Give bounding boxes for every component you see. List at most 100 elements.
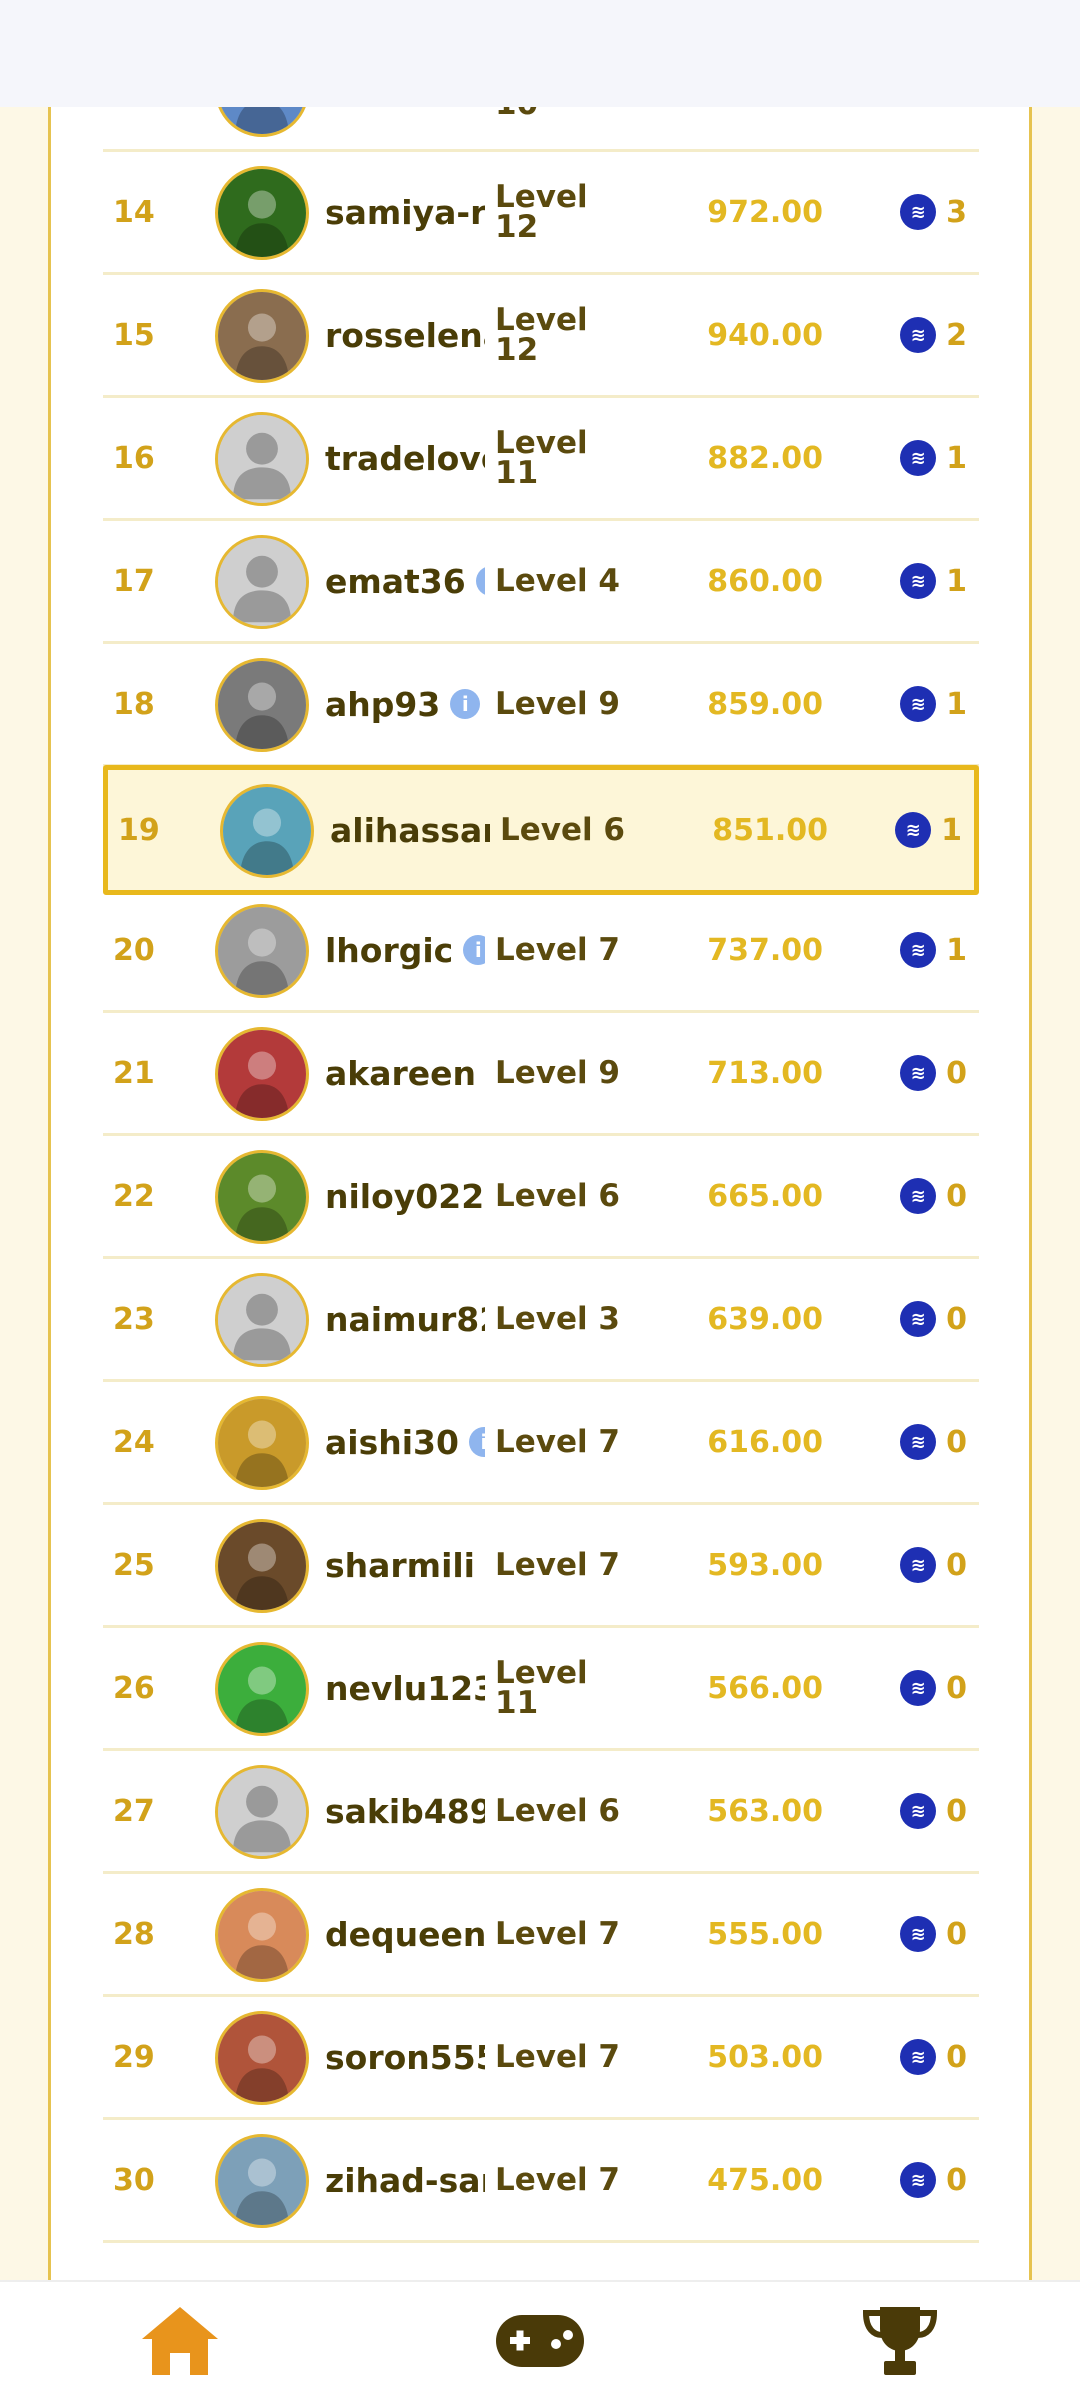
username[interactable]: sakib4890 [325, 1751, 485, 1871]
info-icon[interactable]: i [463, 935, 485, 965]
username[interactable]: tradelove [325, 398, 485, 518]
bottom-navigation [0, 2280, 1080, 2400]
username[interactable]: dequeeni [325, 1874, 485, 1994]
coin-count: 0 [946, 1547, 967, 1583]
points-value: 566.00 [707, 1670, 823, 1706]
leaderboard-row[interactable]: 26 nevlu123 Level 11 566.00 ≋ 0 [103, 1628, 979, 1751]
username[interactable]: akareeni [325, 1013, 485, 1133]
avatar[interactable] [215, 535, 309, 629]
username[interactable]: soron555 [325, 1997, 485, 2117]
reward-coins: ≋ 0 [900, 1628, 967, 1748]
username[interactable]: rosselenai [325, 275, 485, 395]
avatar[interactable] [215, 1519, 309, 1613]
username[interactable]: samiya-ri [325, 152, 485, 272]
reward-coins: ≋ 1 [900, 890, 967, 1010]
username[interactable]: zihad-sar [325, 2120, 485, 2240]
current-user-row[interactable]: 19 alihassan Level 6 851.00 ≋ 1 [103, 765, 979, 895]
leaderboard-row[interactable]: 13 tahirazar Level 10 982.00 ≋3 [103, 107, 979, 152]
avatar[interactable] [215, 658, 309, 752]
avatar[interactable] [215, 2011, 309, 2105]
avatar[interactable] [215, 2134, 309, 2228]
leaderboard-row[interactable]: 18 ahp93 i Level 9 859.00 ≋ 1 [103, 644, 979, 767]
reward-coins: ≋ 0 [900, 1997, 967, 2117]
steem-coin-icon: ≋ [900, 194, 937, 230]
rank-number: 23 [113, 1301, 155, 1337]
username[interactable]: niloy022 [325, 1136, 485, 1256]
username-label: aishi30 [325, 1422, 459, 1462]
leaderboard-row[interactable]: 29 soron555 Level 7 503.00 ≋ 0 [103, 1997, 979, 2120]
steem-coin-icon: ≋ [900, 440, 937, 476]
default-user-icon [218, 538, 306, 626]
leaderboard-row[interactable]: 20 lhorgic i Level 7 737.00 ≋ 1 [103, 890, 979, 1013]
rank-number: 24 [113, 1424, 155, 1460]
points-value: 555.00 [707, 1916, 823, 1952]
avatar[interactable] [220, 784, 314, 878]
leaderboard-row[interactable]: 14 samiya-ri Level 12 972.00 ≋ 3 [103, 152, 979, 275]
avatar[interactable] [215, 289, 309, 383]
steem-coin-icon: ≋ [900, 1424, 937, 1460]
nav-leaderboard-button[interactable] [840, 2291, 960, 2391]
username[interactable]: alihassan [330, 770, 490, 890]
points-value: 851.00 [712, 812, 828, 848]
reward-coins: ≋ 1 [895, 770, 962, 890]
points-value: 665.00 [707, 1178, 823, 1214]
username[interactable]: aishi30 i [325, 1382, 485, 1502]
points-value: 713.00 [707, 1055, 823, 1091]
avatar[interactable] [215, 1765, 309, 1859]
coin-count: 3 [946, 194, 967, 230]
user-level: Level 6 [495, 1178, 620, 1214]
avatar[interactable] [215, 1027, 309, 1121]
leaderboard-row[interactable]: 25 sharmilii Level 7 593.00 ≋0 [103, 1505, 979, 1628]
leaderboard-row[interactable]: 21 akareeni Level 9 713.00 ≋0 [103, 1013, 979, 1136]
username-label: akareen [325, 1053, 477, 1093]
leaderboard-row[interactable]: 16 tradeloveLevel 11 882.00 ≋1 [103, 398, 979, 521]
photo-leaves-icon [218, 169, 306, 257]
username[interactable]: emat36 i [325, 521, 485, 641]
avatar[interactable] [215, 1642, 309, 1736]
username[interactable]: tahirazar [325, 107, 485, 149]
coin-count: 1 [946, 440, 967, 476]
steem-coin-icon: ≋ [900, 2162, 937, 2198]
leaderboard-row[interactable]: 23 naimur82 Level 3 639.00 ≋ 0 [103, 1259, 979, 1382]
info-icon[interactable]: i [468, 1427, 485, 1457]
points-value: 563.00 [707, 1793, 823, 1829]
username-label: alihassan [330, 810, 490, 850]
avatar[interactable] [215, 166, 309, 260]
avatar[interactable] [215, 1396, 309, 1490]
username-label: zihad-sar [325, 2160, 485, 2200]
steem-coin-icon: ≋ [900, 2039, 937, 2075]
rank-number: 22 [113, 1178, 155, 1214]
leaderboard-row[interactable]: 17 emat36 i Level 4 860.00 ≋1 [103, 521, 979, 644]
leaderboard-row[interactable]: 27 sakib4890 Level 6 563.00 ≋0 [103, 1751, 979, 1874]
points-value: 639.00 [707, 1301, 823, 1337]
leaderboard-row[interactable]: 28 dequeeni Level 7 555.00 ≋0 [103, 1874, 979, 1997]
username[interactable]: lhorgic i [325, 890, 485, 1010]
avatar[interactable] [215, 412, 309, 506]
leaderboard-row[interactable]: 24 aishi30 i Level 7 616.00 ≋0 [103, 1382, 979, 1505]
leaderboard-row[interactable]: 30 zihad-sar Level 7 475.00 ≋ 0 [103, 2120, 979, 2243]
username[interactable]: nevlu123 [325, 1628, 485, 1748]
reward-coins: ≋ 0 [900, 1013, 967, 1133]
username[interactable]: sharmilii [325, 1505, 485, 1625]
status-bar-area [0, 0, 1080, 107]
info-icon[interactable]: i [450, 689, 481, 719]
points-value: 982.00 [663, 107, 823, 149]
avatar[interactable] [215, 1150, 309, 1244]
leaderboard-row[interactable]: 22 niloy022 Level 6 665.00 ≋ 0 [103, 1136, 979, 1259]
username[interactable]: naimur82 [325, 1259, 485, 1379]
nav-home-button[interactable] [120, 2291, 240, 2391]
username[interactable]: ahp93 i [325, 644, 485, 764]
rank-number: 17 [113, 563, 155, 599]
username-label: naimur82 [325, 1299, 485, 1339]
info-icon[interactable]: i [475, 566, 485, 596]
leaderboard-row[interactable]: 15 rosselenaiLevel 12 940.00 ≋2 [103, 275, 979, 398]
coin-count: 0 [946, 1055, 967, 1091]
coin-count: 0 [946, 1424, 967, 1460]
avatar[interactable] [215, 1273, 309, 1367]
steem-coin-icon: ≋ [900, 686, 937, 722]
avatar[interactable] [215, 1888, 309, 1982]
avatar[interactable] [215, 904, 309, 998]
avatar[interactable] [215, 107, 309, 137]
photo-boy-icon [223, 787, 311, 875]
nav-games-button[interactable] [480, 2291, 600, 2391]
